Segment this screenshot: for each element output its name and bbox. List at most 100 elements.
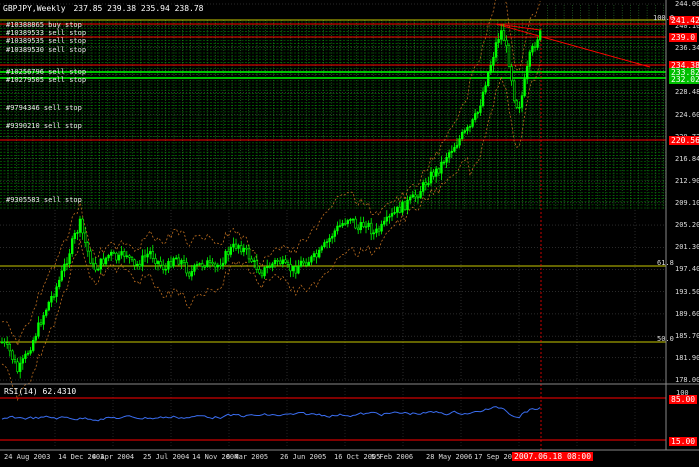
price-chart[interactable] [0,0,699,463]
candle-body [518,106,521,109]
price-tick-label: 197.40 [675,265,699,274]
candle-body [398,206,401,213]
candle-body [367,222,370,227]
candle-body [333,230,336,237]
candle-body [343,223,347,225]
order-label[interactable]: #10389530 sell stop [6,46,86,54]
candle-body [473,113,477,120]
candle-body [328,237,331,242]
order-label[interactable]: #10256796 sell stop [6,68,86,76]
price-tick-label: 244.00 [675,0,699,8]
time-tick-label: 28 May 2006 [426,453,473,461]
fib-label: 61.8 [657,259,674,267]
candle-body [437,168,440,174]
price-tick-label: 201.30 [675,243,699,252]
candle-body [536,39,539,48]
candle-body [201,263,204,267]
order-labels-mid: #9794346 sell stop #9390210 sell stop [6,104,82,130]
order-label[interactable]: #9794346 sell stop [6,104,82,112]
candle-body [117,254,121,261]
candle-body [68,253,71,264]
candle-body [250,258,253,262]
order-labels-top: #10388865 buy stop #10389533 sell stop #… [6,21,86,84]
fib-label: 50.0 [657,335,674,343]
candle-body [255,260,258,270]
candle-body [356,227,360,231]
rsi-level-tag: 85.00 [669,395,698,404]
candle-body [159,261,162,266]
candle-body [8,343,11,352]
candle-body [458,138,461,146]
candle-body [265,266,269,268]
candle-body [240,245,243,253]
chart-header: GBPJPY,Weekly 237.85 239.38 235.94 238.7… [3,4,204,13]
candle-body [125,255,129,258]
candle-body [177,257,180,265]
candle-body [364,226,368,228]
candle-body [47,301,51,311]
candle-body [531,45,534,53]
candle-body [52,296,56,298]
candle-body [258,269,261,274]
price-tag: 232.02 [669,75,699,84]
candle-body [388,215,391,218]
candle-body [24,353,27,359]
time-tick-label: 5 Feb 2006 [371,453,414,461]
price-tick-label: 224.60 [675,110,699,119]
candle-body [362,222,365,227]
order-label[interactable]: #10388865 buy stop [6,21,86,29]
candle-body [151,251,154,259]
candle-body [214,263,217,268]
candle-body [271,263,274,268]
candle-body [55,286,58,297]
candle-body [494,42,498,58]
time-tick-label: 4 Apr 2004 [92,453,135,461]
price-tick-label: 178.00 [675,376,699,384]
candle-body [380,223,383,232]
price-tick-label: 236.34 [675,43,699,52]
candle-body [247,248,251,260]
price-tick-label: 185.70 [675,332,699,341]
candle-body [401,201,404,213]
order-label[interactable]: #9390210 sell stop [6,122,82,130]
candle-body [354,218,357,229]
candle-body [281,259,284,265]
candle-body [84,232,87,243]
candle-body [317,249,321,258]
candle-body [39,322,43,325]
order-label[interactable]: #9305583 sell stop [6,196,82,204]
candle-body [211,261,214,265]
candle-body [260,272,264,277]
candle-body [94,263,97,271]
candle-body [320,246,323,251]
candle-body [3,341,6,344]
candle-body [16,361,19,372]
candle-body [136,263,139,266]
candle-body [156,261,160,264]
candle-body [533,45,537,48]
candle-body [162,264,165,271]
candle-body [538,30,542,40]
candle-body [99,258,103,270]
price-tick-label: 205.20 [675,221,699,230]
candle-body [175,257,178,260]
candle-body [336,225,339,232]
order-label[interactable]: #10389535 sell stop [6,37,86,45]
candle-body [42,315,45,325]
order-label[interactable]: #10389533 sell stop [6,29,86,37]
candle-body [128,255,131,258]
time-tick-label: 25 Jul 2004 [143,453,190,461]
candle-body [149,251,152,255]
order-label[interactable]: #10279505 sell stop [6,76,86,84]
candle-body [297,266,300,274]
candle-body [382,220,386,225]
candle-body [486,72,490,86]
candle-body [146,253,149,258]
candle-body [190,271,193,277]
candle-body [86,242,90,252]
time-tick-label: 24 Aug 2003 [4,453,51,461]
candle-body [180,260,183,265]
candle-body [434,168,438,177]
candle-body [229,246,232,255]
candle-body [216,264,219,268]
